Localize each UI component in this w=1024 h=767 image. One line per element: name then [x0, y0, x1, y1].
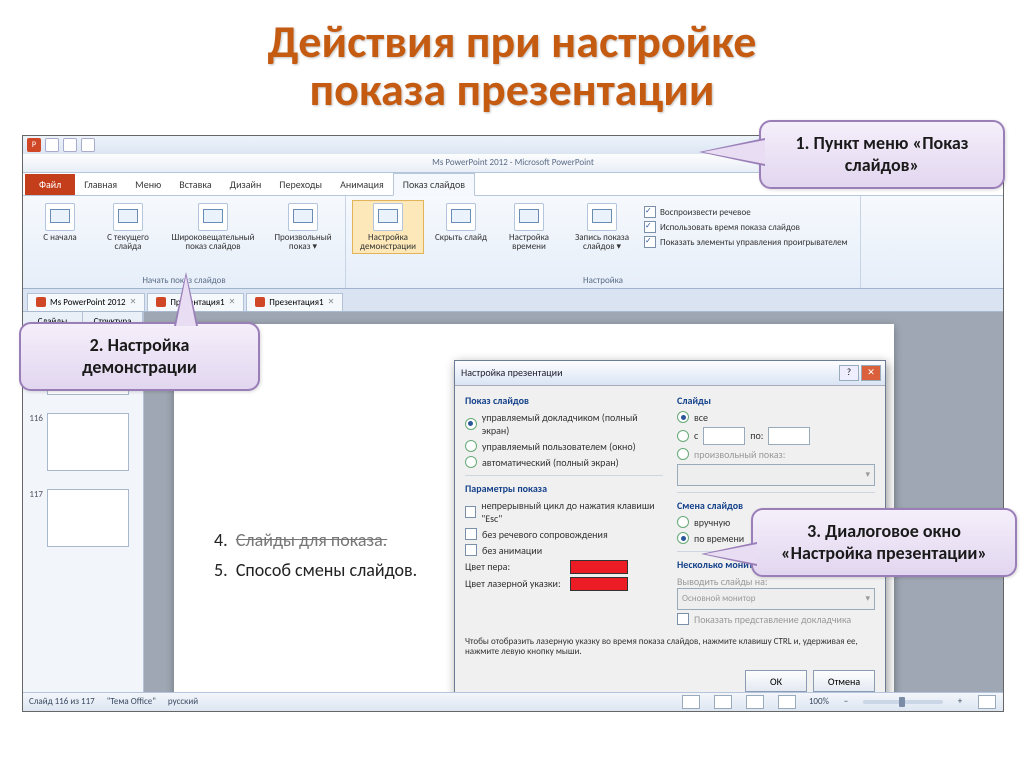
btn-rehearse-timings[interactable]: Настройка времени [498, 200, 560, 255]
doctab-3[interactable]: Презентация1✕ [246, 293, 343, 311]
doc-icon [36, 297, 46, 307]
view-normal-button[interactable] [682, 695, 700, 709]
doctab-1[interactable]: Ms PowerPoint 2012✕ [27, 293, 145, 311]
chk-play-narrations[interactable]: Воспроизвести речевое [644, 206, 854, 218]
rehearse-icon [514, 203, 544, 231]
tab-transitions[interactable]: Переходы [270, 174, 331, 195]
ribbon-body: С начала С текущего слайда Широковещател… [23, 196, 1003, 289]
zoom-percent[interactable]: 100% [809, 696, 829, 707]
section-slides: Слайды [677, 394, 875, 407]
radio-all-slides[interactable]: все [677, 411, 875, 424]
chk-no-animation[interactable]: без анимации [465, 544, 663, 557]
broadcast-icon [198, 203, 228, 231]
thumb-number: 117 [27, 489, 43, 547]
status-theme: "Тема Office" [107, 696, 156, 707]
window-title: Ms PowerPoint 2012 - Microsoft PowerPoin… [432, 157, 594, 168]
section-show-options: Параметры показа [465, 482, 663, 495]
slide-list-item: Слайды для показа. [236, 529, 387, 551]
app-badge-icon: P [27, 138, 41, 152]
label-pen-color: Цвет пера: [465, 560, 565, 573]
btn-setup-slideshow[interactable]: Настройка демонстрации [352, 200, 424, 255]
radio-custom-show: произвольный показ: [677, 448, 875, 461]
radio-individual[interactable]: управляемый пользователем (окно) [465, 440, 663, 453]
zoom-in-button[interactable]: + [955, 696, 965, 707]
status-language[interactable]: русский [168, 696, 198, 707]
tab-slideshow[interactable]: Показ слайдов [393, 173, 475, 196]
qat-undo-icon[interactable] [63, 138, 77, 152]
close-icon[interactable]: ✕ [328, 297, 335, 307]
chk-use-timings[interactable]: Использовать время показа слайдов [644, 221, 854, 233]
combo-custom-show: ▾ [677, 464, 875, 486]
chk-show-media-controls[interactable]: Показать элементы управления проигрывате… [644, 236, 854, 248]
view-reading-button[interactable] [746, 695, 764, 709]
callout-3: 3. Диалоговое окно «Настройка презентаци… [751, 508, 1017, 577]
slide-canvas: тации следует щее: 4. Слайды для показа.… [144, 312, 1003, 697]
zoom-slider[interactable] [863, 700, 943, 704]
zoom-out-button[interactable]: − [841, 696, 851, 707]
fit-to-window-button[interactable] [978, 695, 996, 709]
btn-custom-show[interactable]: Произвольный показ ▾ [267, 200, 339, 255]
radio-from-to[interactable]: спо: [677, 427, 875, 445]
slide-list-item: Способ смены слайдов. [236, 559, 417, 581]
slide-thumbnail[interactable] [47, 489, 129, 547]
section-show-type: Показ слайдов [465, 394, 663, 407]
tab-animations[interactable]: Анимация [331, 174, 393, 195]
btn-broadcast[interactable]: Широковещательный показ слайдов [165, 200, 261, 255]
tab-file[interactable]: Файл [25, 174, 75, 195]
record-icon [587, 203, 617, 231]
input-from[interactable] [703, 427, 745, 445]
ribbon-group-setup: Настройка демонстрации Скрыть слайд Наст… [346, 196, 861, 288]
laser-color-picker[interactable] [570, 577, 628, 591]
tab-insert[interactable]: Вставка [170, 174, 220, 195]
btn-from-current[interactable]: С текущего слайда [97, 200, 159, 255]
chk-loop[interactable]: непрерывный цикл до нажатия клавиши "Esc… [465, 499, 663, 525]
chk-presenter-view: Показать представление докладчика [677, 613, 875, 626]
view-slideshow-button[interactable] [778, 695, 796, 709]
ribbon-group-setup-label: Настройка [352, 275, 854, 286]
btn-record-slideshow[interactable]: Запись показа слайдов ▾ [566, 200, 638, 255]
qat-save-icon[interactable] [45, 138, 59, 152]
dialog-title: Настройка презентации [461, 366, 562, 379]
chk-no-narration[interactable]: без речевого сопровождения [465, 528, 663, 541]
close-icon[interactable]: ✕ [229, 297, 236, 307]
doc-icon [156, 297, 166, 307]
pen-color-picker[interactable] [570, 560, 628, 574]
cancel-button[interactable]: Отмена [813, 670, 875, 692]
callout-1: 1. Пункт меню «Показ слайдов» [759, 120, 1005, 189]
dialog-close-button[interactable]: ✕ [861, 365, 881, 381]
tab-design[interactable]: Дизайн [221, 174, 271, 195]
custom-show-icon [288, 203, 318, 231]
dialog-footnote: Чтобы отобразить лазерную указку во врем… [455, 635, 885, 665]
tab-menu[interactable]: Меню [126, 174, 170, 195]
combo-monitor: Основной монитор▾ [677, 588, 875, 610]
setup-slideshow-icon [373, 203, 403, 231]
status-slide-count: Слайд 116 из 117 [29, 696, 95, 707]
doc-icon [255, 297, 265, 307]
radio-speaker[interactable]: управляемый докладчиком (полный экран) [465, 411, 663, 437]
btn-hide-slide[interactable]: Скрыть слайд [430, 200, 492, 255]
page-title: Действия при настройке показа презентаци… [0, 0, 1024, 127]
from-current-icon [113, 203, 143, 231]
dialog-help-button[interactable]: ? [839, 365, 859, 381]
btn-from-beginning[interactable]: С начала [29, 200, 91, 255]
document-tabs: Ms PowerPoint 2012✕ Презентация1✕ Презен… [23, 289, 1003, 312]
from-beginning-icon [45, 203, 75, 231]
hide-slide-icon [446, 203, 476, 231]
status-bar: Слайд 116 из 117 "Тема Office" русский 1… [23, 692, 1003, 711]
label-laser-color: Цвет лазерной указки: [465, 577, 565, 590]
slide-thumbnail[interactable] [47, 413, 129, 471]
view-sorter-button[interactable] [714, 695, 732, 709]
dialog-titlebar: Настройка презентации ? ✕ [455, 361, 885, 386]
screenshot-frame: P Ms PowerPoint 2012 - Microsoft PowerPo… [22, 135, 1004, 712]
thumb-number: 116 [27, 413, 43, 471]
ok-button[interactable]: ОК [745, 670, 807, 692]
qat-redo-icon[interactable] [81, 138, 95, 152]
radio-kiosk[interactable]: автоматический (полный экран) [465, 456, 663, 469]
input-to[interactable] [768, 427, 810, 445]
close-icon[interactable]: ✕ [130, 297, 137, 307]
callout-2: 2. Настройка демонстрации [19, 322, 260, 391]
tab-home[interactable]: Главная [75, 174, 126, 195]
